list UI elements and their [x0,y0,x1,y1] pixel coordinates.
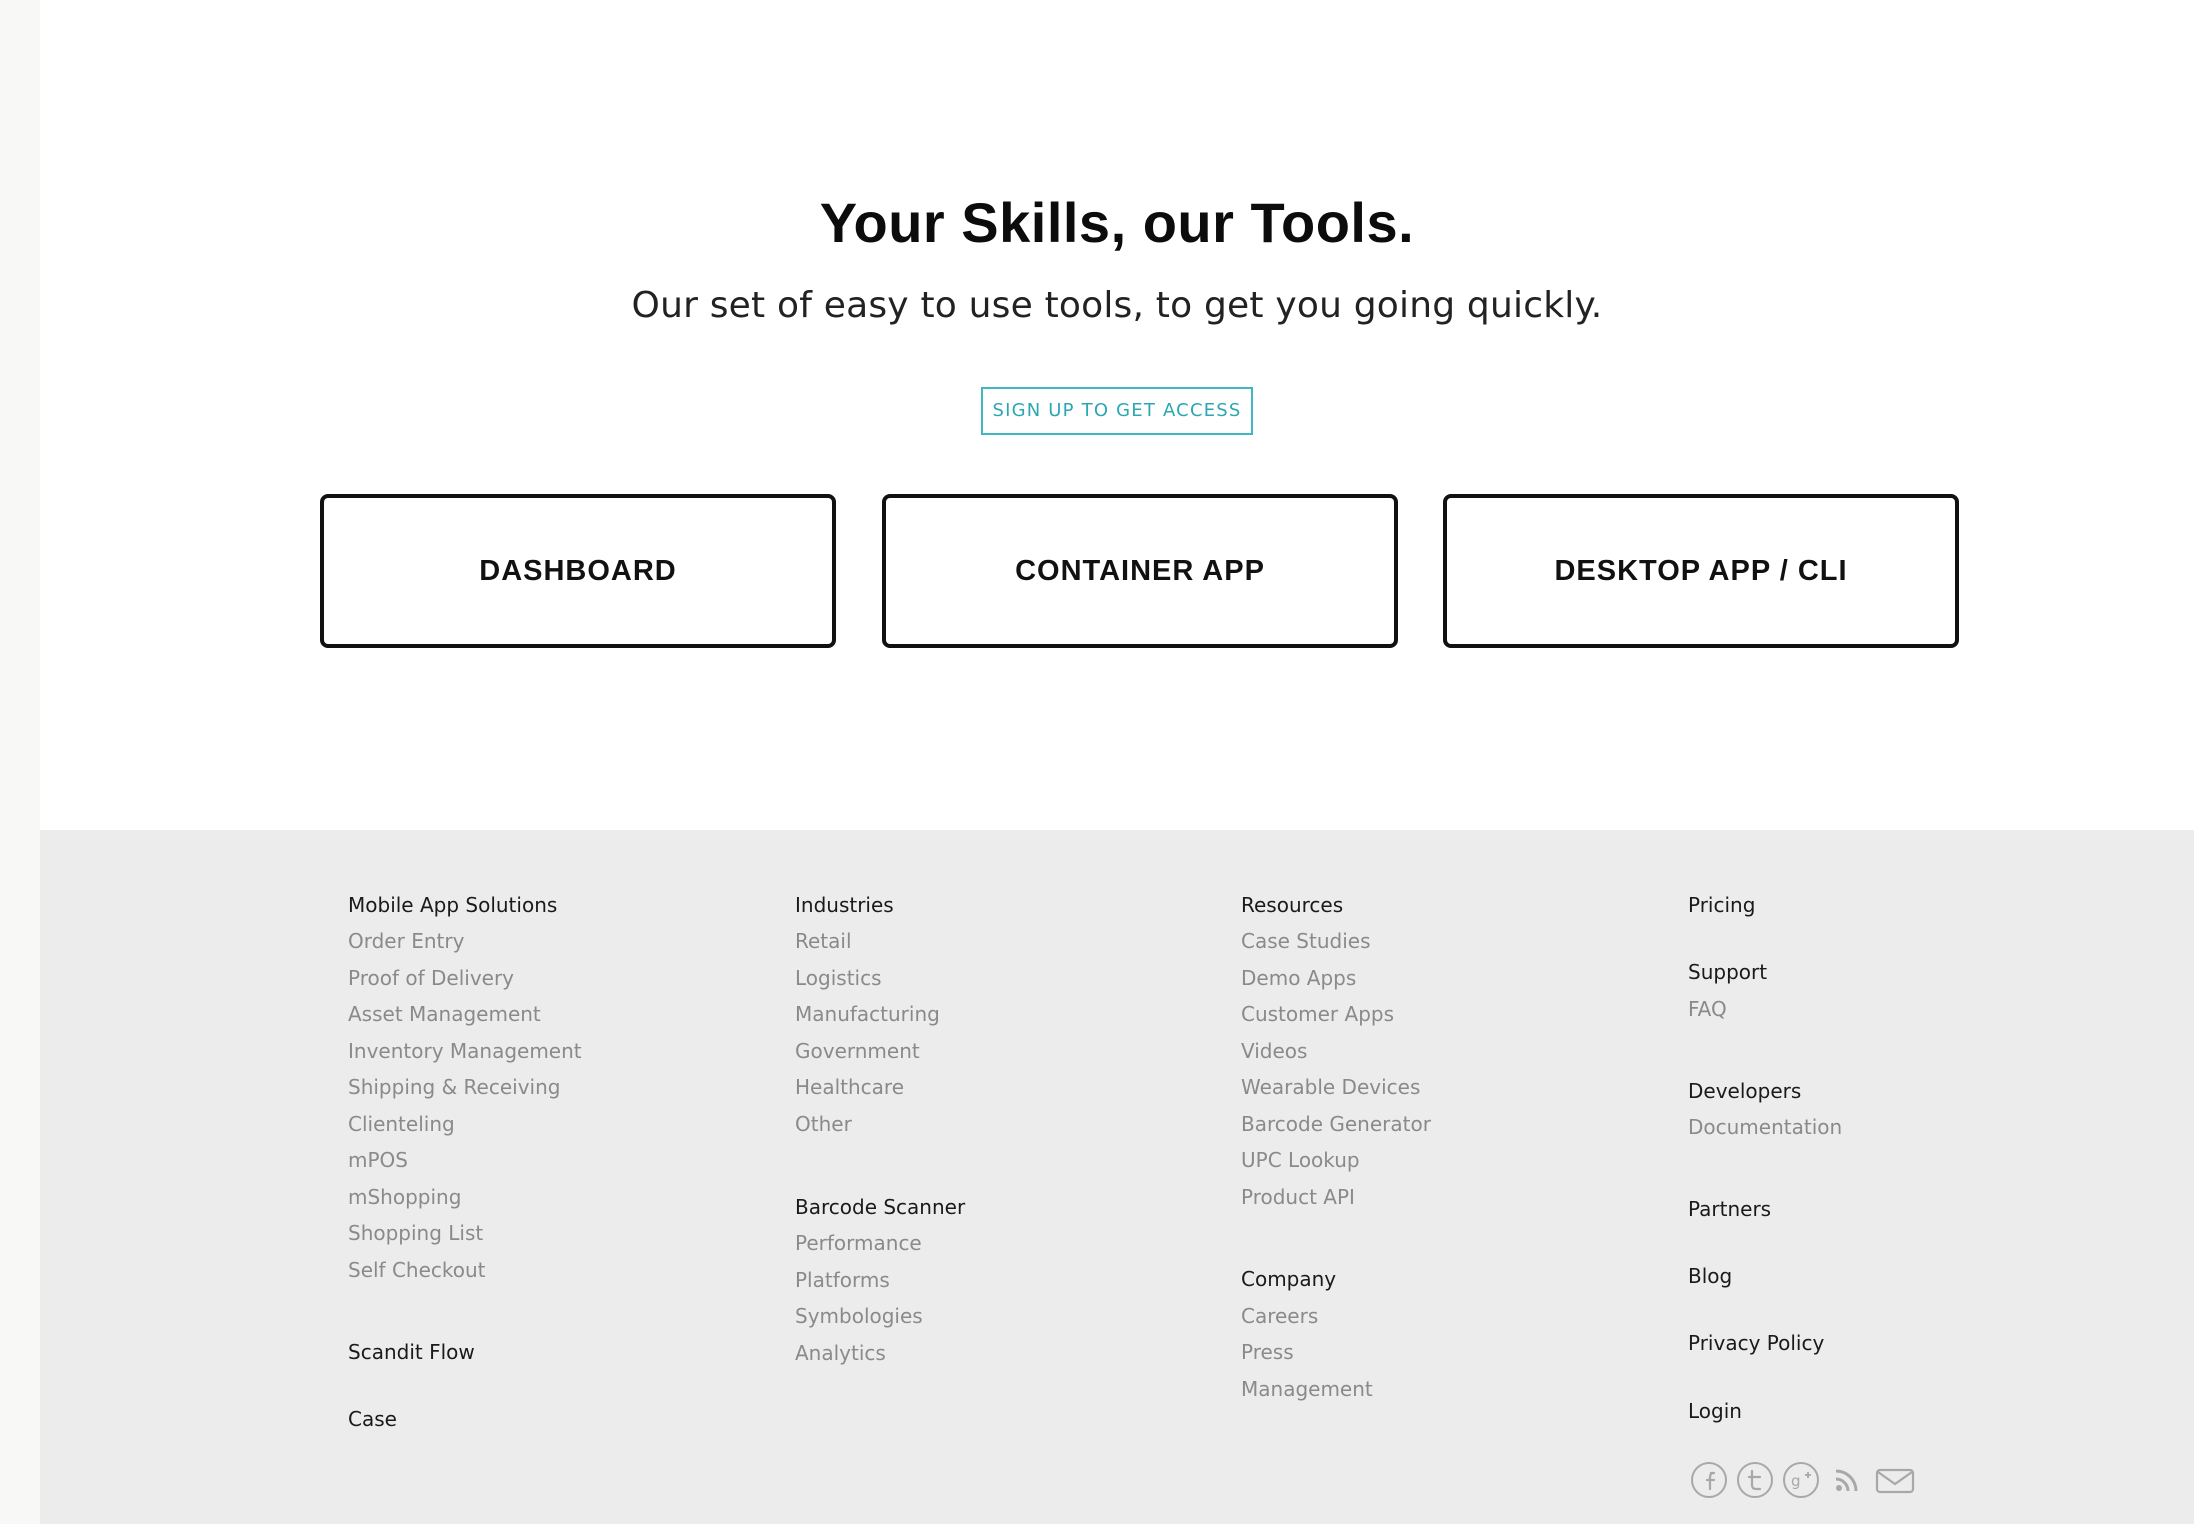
footer-link[interactable]: Order Entry [348,928,464,954]
google-plus-icon[interactable]: g [1782,1461,1820,1499]
social-links: g [1690,1460,1916,1500]
footer-heading-pricing[interactable]: Pricing [1688,892,1755,918]
section-subtitle: Our set of easy to use tools, to get you… [631,285,1603,326]
footer-heading-developers[interactable]: Developers [1688,1078,1801,1104]
footer-link[interactable]: Retail [795,928,852,954]
container-app-button[interactable]: CONTAINER APP [882,494,1398,648]
sign-up-button[interactable]: SIGN UP TO GET ACCESS [981,387,1253,435]
desktop-app-cli-button[interactable]: DESKTOP APP / CLI [1443,494,1959,648]
tools-section: Your Skills, our Tools. Our set of easy … [40,0,2194,830]
page: Your Skills, our Tools. Our set of easy … [40,0,2194,1524]
svg-text:g: g [1791,1472,1801,1490]
footer-link[interactable]: Government [795,1038,920,1064]
footer-link[interactable]: Analytics [795,1340,886,1366]
footer-link[interactable]: Wearable Devices [1241,1074,1420,1100]
footer-link[interactable]: Customer Apps [1241,1001,1394,1027]
footer-heading-mobile-app-solutions[interactable]: Mobile App Solutions [348,892,557,918]
footer-link[interactable]: mPOS [348,1147,408,1173]
footer-link[interactable]: mShopping [348,1184,461,1210]
footer-heading-company[interactable]: Company [1241,1266,1336,1292]
footer-link[interactable]: UPC Lookup [1241,1147,1360,1173]
footer-link[interactable]: Careers [1241,1303,1318,1329]
footer: Mobile App Solutions Order Entry Proof o… [40,830,2194,1524]
footer-link[interactable]: Symbologies [795,1303,923,1329]
section-title: Your Skills, our Tools. [819,191,1415,254]
footer-heading-scandit-flow[interactable]: Scandit Flow [348,1339,475,1365]
footer-link-faq[interactable]: FAQ [1688,996,1727,1022]
footer-link[interactable]: Clienteling [348,1111,455,1137]
footer-link[interactable]: Product API [1241,1184,1355,1210]
footer-link[interactable]: Manufacturing [795,1001,940,1027]
footer-link[interactable]: Shopping List [348,1220,483,1246]
footer-link[interactable]: Other [795,1111,852,1137]
footer-link[interactable]: Platforms [795,1267,890,1293]
footer-heading-case[interactable]: Case [348,1406,397,1432]
footer-heading-privacy-policy[interactable]: Privacy Policy [1688,1330,1824,1356]
footer-link[interactable]: Self Checkout [348,1257,486,1283]
footer-heading-resources[interactable]: Resources [1241,892,1343,918]
twitter-icon[interactable] [1736,1461,1774,1499]
footer-heading-blog[interactable]: Blog [1688,1263,1732,1289]
footer-heading-partners[interactable]: Partners [1688,1196,1771,1222]
footer-link[interactable]: Inventory Management [348,1038,582,1064]
footer-link[interactable]: Demo Apps [1241,965,1356,991]
footer-link[interactable]: Case Studies [1241,928,1371,954]
footer-link[interactable]: Management [1241,1376,1373,1402]
facebook-icon[interactable] [1690,1461,1728,1499]
cta-wrap: SIGN UP TO GET ACCESS [40,387,2194,435]
dashboard-button[interactable]: DASHBOARD [320,494,836,648]
footer-heading-industries[interactable]: Industries [795,892,894,918]
footer-heading-support[interactable]: Support [1688,959,1767,985]
mail-icon[interactable] [1874,1461,1916,1499]
footer-link-documentation[interactable]: Documentation [1688,1114,1842,1140]
footer-link[interactable]: Shipping & Receiving [348,1074,560,1100]
footer-heading-login[interactable]: Login [1688,1398,1742,1424]
footer-heading-barcode-scanner[interactable]: Barcode Scanner [795,1194,965,1220]
footer-link[interactable]: Healthcare [795,1074,904,1100]
footer-link[interactable]: Videos [1241,1038,1307,1064]
footer-link[interactable]: Performance [795,1230,922,1256]
footer-link[interactable]: Press [1241,1339,1294,1365]
rss-icon[interactable] [1828,1461,1866,1499]
footer-link[interactable]: Barcode Generator [1241,1111,1431,1137]
footer-link[interactable]: Asset Management [348,1001,541,1027]
footer-link[interactable]: Logistics [795,965,882,991]
footer-link[interactable]: Proof of Delivery [348,965,514,991]
